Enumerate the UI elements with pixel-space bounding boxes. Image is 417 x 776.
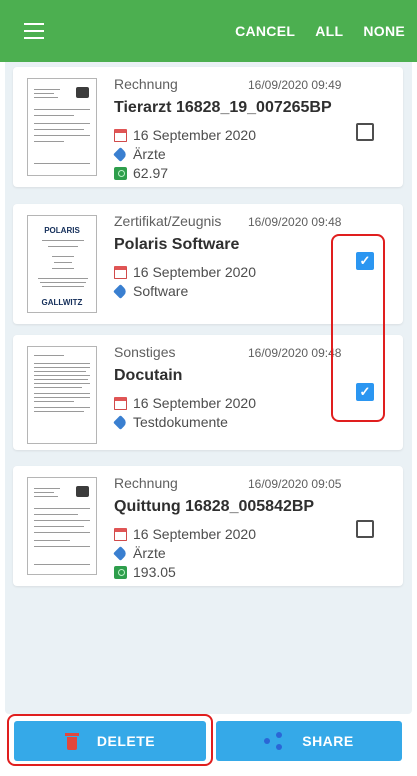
document-title: Quittung 16828_005842BP bbox=[114, 498, 315, 515]
share-icon bbox=[264, 732, 284, 750]
select-checkbox[interactable] bbox=[356, 520, 374, 538]
checkbox-highlight-annotation bbox=[331, 234, 385, 422]
calendar-icon bbox=[114, 265, 127, 279]
document-tag: Ärzte bbox=[133, 146, 166, 162]
document-date-row: 16 September 2020 bbox=[114, 127, 256, 143]
money-icon bbox=[114, 565, 127, 579]
document-amount: 62.97 bbox=[133, 165, 169, 181]
document-datetime: 16/09/2020 09:05 bbox=[248, 477, 342, 491]
document-category: Rechnung bbox=[114, 475, 178, 491]
document-thumbnail bbox=[27, 78, 97, 176]
tag-icon bbox=[113, 146, 128, 162]
document-amount: 193.05 bbox=[133, 564, 176, 580]
calendar-icon bbox=[114, 396, 127, 410]
tag-icon bbox=[113, 545, 128, 561]
document-thumbnail bbox=[27, 346, 97, 444]
document-tag: Software bbox=[133, 283, 189, 299]
document-date: 16 September 2020 bbox=[133, 526, 256, 542]
document-date: 16 September 2020 bbox=[133, 127, 256, 143]
document-date-row: 16 September 2020 bbox=[114, 395, 256, 411]
document-datetime: 16/09/2020 09:48 bbox=[248, 346, 342, 360]
document-datetime: 16/09/2020 09:49 bbox=[248, 78, 342, 92]
document-date-row: 16 September 2020 bbox=[114, 526, 256, 542]
document-category: Rechnung bbox=[114, 76, 178, 92]
document-date: 16 September 2020 bbox=[133, 264, 256, 280]
document-tag: Testdokumente bbox=[133, 414, 228, 430]
document-amount-row: 193.05 bbox=[114, 564, 176, 580]
share-label: SHARE bbox=[302, 733, 354, 749]
document-title: Polaris Software bbox=[114, 236, 240, 253]
document-tag-row: Software bbox=[113, 283, 189, 299]
thumbnail-brand-top: POLARIS bbox=[44, 226, 80, 235]
document-amount-row: 62.97 bbox=[114, 165, 168, 181]
hamburger-menu-icon[interactable] bbox=[24, 23, 44, 39]
document-thumbnail bbox=[27, 477, 97, 575]
calendar-icon bbox=[114, 128, 127, 142]
document-card-tierarzt[interactable]: Rechnung 16/09/2020 09:49 Tierarzt 16828… bbox=[13, 67, 403, 187]
select-all-button[interactable]: ALL bbox=[315, 23, 343, 39]
share-button[interactable]: SHARE bbox=[216, 721, 402, 761]
document-title: Tierarzt 16828_19_007265BP bbox=[114, 99, 332, 116]
document-tag-row: Ärzte bbox=[113, 545, 166, 561]
selection-actions: CANCEL ALL NONE bbox=[215, 0, 405, 62]
calendar-icon bbox=[114, 527, 127, 541]
document-title: Docutain bbox=[114, 367, 183, 384]
document-category: Sonstiges bbox=[114, 344, 176, 360]
tag-icon bbox=[113, 283, 128, 299]
document-date-row: 16 September 2020 bbox=[114, 264, 256, 280]
app-bar: CANCEL ALL NONE bbox=[0, 0, 417, 62]
document-tag: Ärzte bbox=[133, 545, 166, 561]
document-thumbnail: POLARIS GALLWITZ bbox=[27, 215, 97, 313]
delete-highlight-annotation bbox=[7, 714, 213, 766]
document-tag-row: Testdokumente bbox=[113, 414, 228, 430]
document-datetime: 16/09/2020 09:48 bbox=[248, 215, 342, 229]
document-card-quittung[interactable]: Rechnung 16/09/2020 09:05 Quittung 16828… bbox=[13, 466, 403, 586]
document-tag-row: Ärzte bbox=[113, 146, 166, 162]
tag-icon bbox=[113, 414, 128, 430]
cancel-button[interactable]: CANCEL bbox=[235, 23, 295, 39]
document-category: Zertifikat/Zeugnis bbox=[114, 213, 222, 229]
money-icon bbox=[114, 166, 127, 180]
select-checkbox[interactable] bbox=[356, 123, 374, 141]
document-date: 16 September 2020 bbox=[133, 395, 256, 411]
select-none-button[interactable]: NONE bbox=[363, 23, 405, 39]
thumbnail-brand-bottom: GALLWITZ bbox=[41, 298, 83, 307]
